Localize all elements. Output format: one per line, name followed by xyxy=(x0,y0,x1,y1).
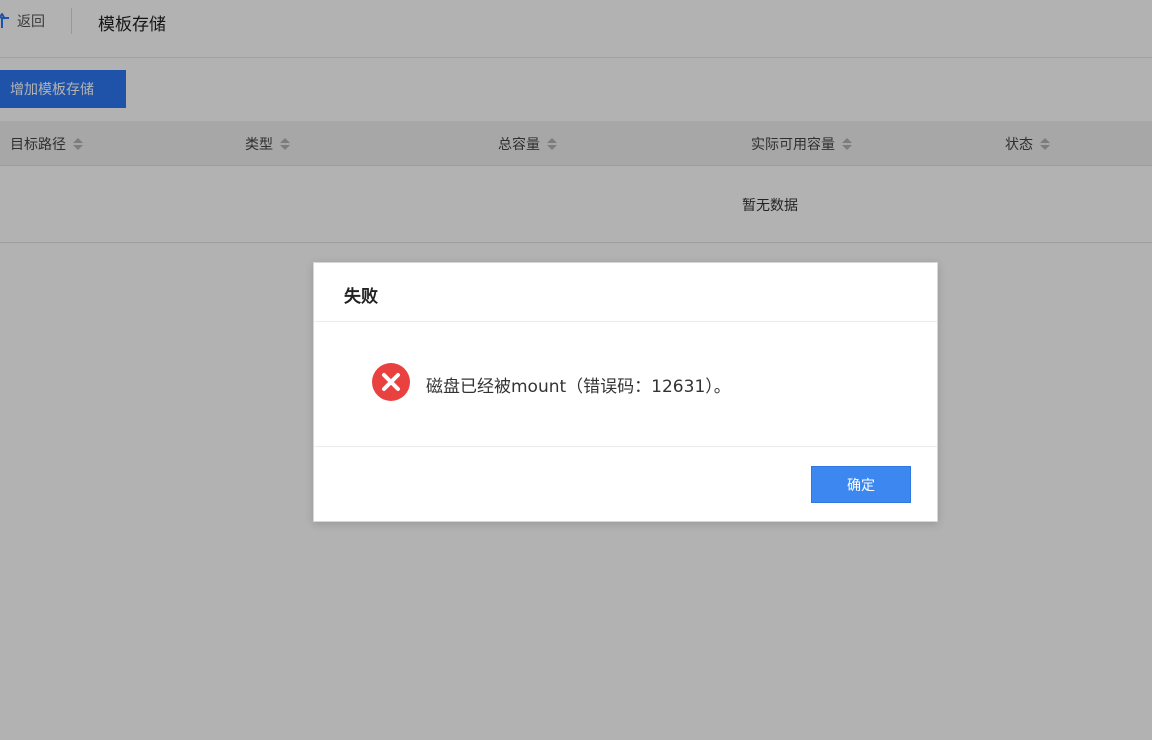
dialog-header: 失败 xyxy=(314,263,937,322)
page: 返回 模板存储 增加模板存储 目标路径 类型 总容量 实际可用容量 状态 暂无数… xyxy=(0,0,1152,740)
error-x-icon xyxy=(372,363,410,401)
error-dialog: 失败 磁盘已经被mount（错误码：12631）。 确定 xyxy=(313,262,938,522)
dialog-message: 磁盘已经被mount（错误码：12631）。 xyxy=(426,377,731,397)
confirm-button[interactable]: 确定 xyxy=(811,466,911,503)
dialog-title: 失败 xyxy=(344,287,378,307)
dialog-body: 磁盘已经被mount（错误码：12631）。 xyxy=(314,322,937,447)
